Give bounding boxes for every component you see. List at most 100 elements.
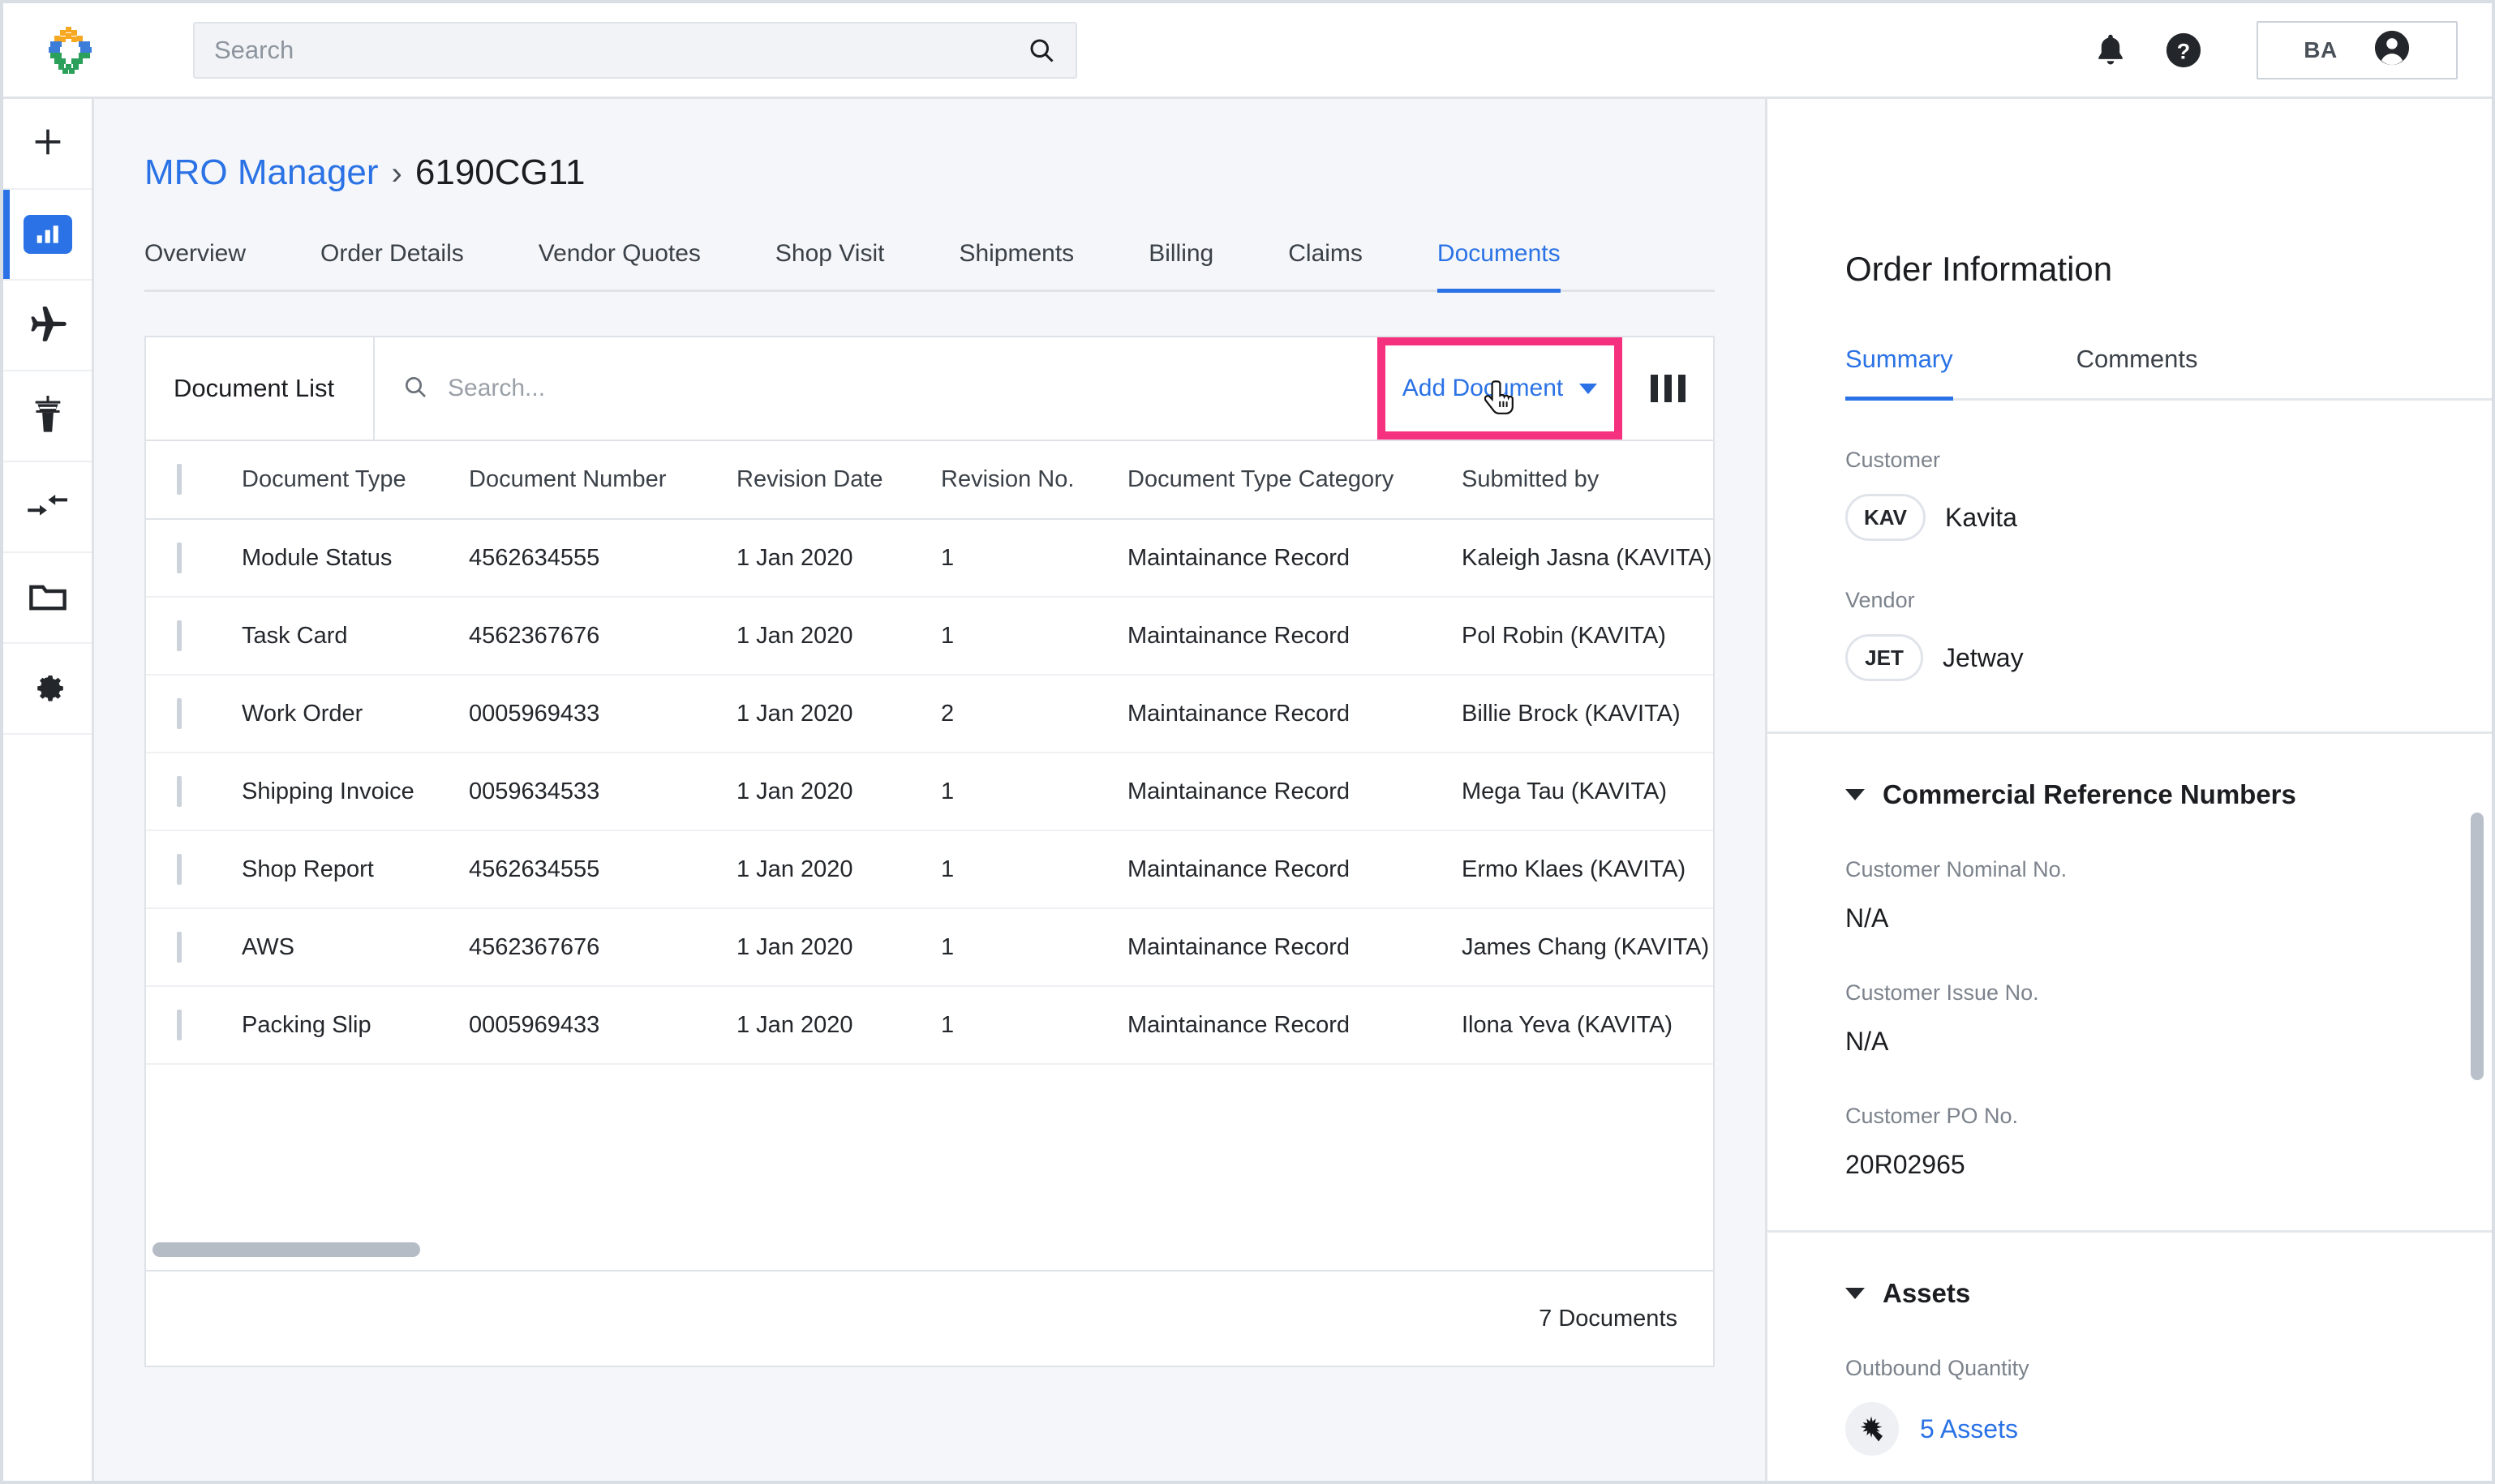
assets-count-link[interactable]: 5 Assets	[1920, 1414, 2018, 1444]
chevron-down-icon[interactable]	[1579, 383, 1598, 394]
tab-claims[interactable]: Claims	[1288, 232, 1363, 293]
table-row[interactable]: Task Card 4562367676 1 Jan 2020 1 Mainta…	[146, 597, 1713, 675]
cell-document-number: 0005969433	[469, 1011, 600, 1038]
header-document-type[interactable]: Document Type	[242, 441, 469, 519]
header-revision-date[interactable]: Revision Date	[736, 441, 941, 519]
document-count: 7 Documents	[1539, 1305, 1677, 1332]
notifications-bell-icon[interactable]	[2088, 28, 2133, 73]
help-question-icon[interactable]: ?	[2161, 28, 2206, 73]
cell-revision-no: 1	[941, 933, 955, 960]
table-row[interactable]: Work Order 0005969433 1 Jan 2020 2 Maint…	[146, 675, 1713, 753]
search-icon[interactable]	[1027, 36, 1056, 65]
assets-header[interactable]: Assets	[1767, 1233, 2492, 1309]
parties-section: Customer KAV Kavita Vendor JET Jetway	[1767, 401, 2492, 681]
row-checkbox[interactable]	[177, 853, 182, 885]
row-checkbox[interactable]	[177, 775, 182, 807]
tab-shop-visit[interactable]: Shop Visit	[775, 232, 885, 293]
columns-bars-icon	[1650, 375, 1686, 402]
document-search-box[interactable]	[375, 337, 1377, 440]
cell-revision-date: 1 Jan 2020	[736, 1011, 853, 1038]
turbine-engine-icon	[1845, 1402, 1899, 1456]
tab-vendor-quotes[interactable]: Vendor Quotes	[539, 232, 701, 293]
breadcrumb-root-link[interactable]: MRO Manager	[144, 152, 379, 193]
search-icon	[402, 374, 428, 404]
customer-issue-no-value: N/A	[1845, 1027, 1889, 1056]
cell-revision-no: 1	[941, 1011, 955, 1038]
header-revision-no[interactable]: Revision No.	[941, 441, 1127, 519]
brand-logo[interactable]	[26, 25, 115, 75]
document-table-head: Document Type Document Number Revision D…	[146, 441, 1713, 519]
columns-toggle-icon[interactable]	[1622, 337, 1713, 440]
sidebar-item-fleet[interactable]	[3, 281, 92, 371]
tab-billing[interactable]: Billing	[1149, 232, 1213, 293]
tab-shipments[interactable]: Shipments	[959, 232, 1074, 293]
select-all-checkbox[interactable]	[177, 464, 182, 495]
table-row[interactable]: Shop Report 4562634555 1 Jan 2020 1 Main…	[146, 830, 1713, 908]
application-window: ? BA	[0, 0, 2495, 1484]
row-checkbox[interactable]	[177, 1009, 182, 1040]
table-row[interactable]: AWS 4562367676 1 Jan 2020 1 Maintainance…	[146, 908, 1713, 986]
add-document-button[interactable]: Add Document	[1377, 337, 1622, 440]
global-search-input[interactable]	[214, 35, 1027, 65]
tab-overview[interactable]: Overview	[144, 232, 246, 293]
customer-block: Customer KAV Kavita	[1845, 401, 2414, 541]
sidebar-item-dashboard[interactable]	[3, 190, 92, 281]
cell-document-type: Shipping Invoice	[242, 778, 414, 804]
order-information-tabs: Summary Comments	[1845, 342, 2492, 401]
commercial-reference-numbers-body: Customer Nominal No. N/A Customer Issue …	[1767, 810, 2492, 1180]
order-information-content: Order Information Summary Comments Custo…	[1767, 99, 2492, 1481]
cell-revision-date: 1 Jan 2020	[736, 700, 853, 727]
cell-document-type-category: Maintainance Record	[1127, 778, 1351, 804]
document-search-input[interactable]	[448, 375, 1377, 402]
table-horizontal-scrollbar-thumb[interactable]	[152, 1242, 420, 1257]
sidebar-item-add[interactable]	[3, 99, 92, 190]
order-information-scrollbar-thumb[interactable]	[2471, 813, 2484, 1080]
chevron-down-icon[interactable]	[1845, 789, 1865, 800]
tab-comments[interactable]: Comments	[2076, 345, 2198, 401]
tab-documents[interactable]: Documents	[1436, 232, 1561, 293]
cell-document-number: 0059634533	[469, 778, 600, 804]
cell-document-type: AWS	[242, 933, 294, 960]
chevron-down-icon[interactable]	[1845, 1288, 1865, 1299]
header-submitted-by[interactable]: Submitted by	[1462, 441, 1713, 519]
table-horizontal-scrollbar[interactable]	[152, 1242, 1707, 1257]
sidebar-item-operations[interactable]	[3, 371, 92, 462]
header-document-number[interactable]: Document Number	[469, 441, 736, 519]
cell-revision-date: 1 Jan 2020	[736, 622, 853, 649]
table-row[interactable]: Packing Slip 0005969433 1 Jan 2020 1 Mai…	[146, 986, 1713, 1064]
header-document-type-category[interactable]: Document Type Category	[1127, 441, 1462, 519]
row-select-cell	[146, 519, 242, 597]
customer-issue-no-label: Customer Issue No.	[1845, 980, 2039, 1005]
cell-revision-date: 1 Jan 2020	[736, 856, 853, 882]
cell-submitted-by: Billie Brock (KAVITA)	[1462, 700, 1681, 727]
cell-document-type: Packing Slip	[242, 1011, 371, 1038]
account-menu-button[interactable]: BA	[2257, 20, 2458, 79]
table-header-row: Document Type Document Number Revision D…	[146, 441, 1713, 519]
sidebar-item-settings[interactable]	[3, 644, 92, 735]
select-all-cell	[146, 441, 242, 519]
commercial-reference-numbers-header[interactable]: Commercial Reference Numbers	[1767, 734, 2492, 810]
row-checkbox[interactable]	[177, 620, 182, 651]
row-select-cell	[146, 986, 242, 1064]
row-checkbox[interactable]	[177, 697, 182, 729]
assets-title: Assets	[1883, 1278, 1971, 1308]
row-select-cell	[146, 597, 242, 675]
cell-revision-date: 1 Jan 2020	[736, 544, 853, 571]
cell-revision-no: 2	[941, 700, 955, 727]
tab-order-details[interactable]: Order Details	[320, 232, 464, 293]
customer-row: KAV Kavita	[1845, 494, 2414, 541]
sidebar-item-documents[interactable]	[3, 553, 92, 644]
table-row[interactable]: Module Status 4562634555 1 Jan 2020 1 Ma…	[146, 519, 1713, 597]
table-row[interactable]: Shipping Invoice 0059634533 1 Jan 2020 1…	[146, 753, 1713, 830]
commercial-reference-numbers-title: Commercial Reference Numbers	[1883, 779, 2296, 809]
cell-revision-no: 1	[941, 856, 955, 882]
customer-avatar: KAV	[1845, 494, 1926, 541]
sidebar-item-transfers[interactable]	[3, 462, 92, 553]
row-checkbox[interactable]	[177, 542, 182, 573]
document-list-card: Document List Add Document	[144, 336, 1715, 1367]
tab-summary[interactable]: Summary	[1845, 345, 1953, 401]
transfer-arrows-icon	[27, 491, 69, 523]
row-checkbox[interactable]	[177, 931, 182, 963]
document-list-title: Document List	[146, 337, 375, 440]
global-search-box[interactable]	[193, 21, 1077, 79]
